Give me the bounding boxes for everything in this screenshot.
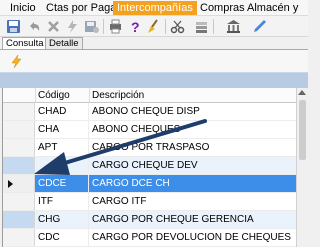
table-row[interactable]: CHA ABONO CHEQUES	[3, 121, 297, 139]
table-row[interactable]: CHG CARGO POR CHEQUE GERENCIA	[3, 211, 297, 229]
data-grid: Código Descripción CHAD ABONO CHEQUE DIS…	[2, 88, 302, 247]
help-icon[interactable]: ?	[128, 19, 143, 34]
cell-descripcion: CARGO CHEQUE DEV	[92, 160, 198, 171]
broom-icon[interactable]	[146, 19, 161, 34]
row-indicator[interactable]	[3, 175, 35, 192]
cell-codigo	[37, 157, 89, 174]
cell-descripcion: ABONO CHEQUE DISP	[92, 106, 200, 117]
cell-codigo: ITF	[37, 193, 89, 210]
save-as-icon[interactable]	[84, 19, 99, 34]
cell-codigo: CHA	[37, 121, 89, 138]
row-indicator[interactable]	[3, 103, 35, 120]
menu-compras[interactable]: Compras	[196, 1, 249, 15]
row-indicator[interactable]	[3, 229, 35, 246]
cell-descripcion: ABONO CHEQUES	[92, 124, 181, 135]
lightning-icon[interactable]	[9, 54, 24, 69]
menu-almacen[interactable]: Almacén y desp	[243, 1, 308, 28]
vertical-scrollbar[interactable]	[296, 88, 308, 247]
table-row[interactable]: CHAD ABONO CHEQUE DISP	[3, 103, 297, 121]
lightning-icon[interactable]	[65, 19, 80, 34]
table-row[interactable]: CARGO CHEQUE DEV	[3, 157, 297, 175]
table-row[interactable]: CDC CARGO POR DEVOLUCION DE CHEQUES	[3, 229, 297, 247]
cut-icon[interactable]	[170, 19, 185, 34]
table-row[interactable]: APT CARGO POR TRASPASO	[3, 139, 297, 157]
toolbar-separator	[165, 19, 166, 34]
bank-icon[interactable]	[226, 19, 241, 34]
toolbar: ?	[0, 16, 308, 37]
table-row[interactable]: ITF CARGO ITF	[3, 193, 297, 211]
column-header-descripcion[interactable]: Descripción	[90, 88, 297, 103]
menu-intercompanias[interactable]: Intercompañías	[113, 1, 197, 15]
row-indicator[interactable]	[3, 211, 35, 228]
row-indicator[interactable]	[3, 193, 35, 210]
row-indicator[interactable]	[3, 121, 35, 138]
cell-codigo: CDC	[37, 229, 89, 246]
scroll-up-icon[interactable]	[298, 90, 306, 95]
cell-codigo: APT	[37, 139, 89, 156]
cell-descripcion: CARGO DCE CH	[92, 178, 170, 189]
cell-codigo: CHG	[37, 211, 89, 228]
cell-descripcion: CARGO ITF	[92, 196, 147, 207]
print-icon[interactable]	[108, 19, 123, 34]
column-header-codigo[interactable]: Código	[36, 88, 90, 103]
svg-text:?: ?	[131, 19, 140, 34]
save-icon[interactable]	[6, 19, 21, 34]
menu-bar: Inicio Ctas por Pagar Intercompañías Com…	[0, 0, 308, 28]
group-band	[0, 72, 308, 88]
menu-inicio[interactable]: Inicio	[6, 1, 40, 15]
cell-codigo: CDCE	[37, 175, 89, 192]
cell-descripcion: CARGO POR TRASPASO	[92, 142, 210, 153]
scroll-thumb[interactable]	[299, 100, 306, 160]
cell-codigo: CHAD	[37, 103, 89, 120]
cell-descripcion: CARGO POR CHEQUE GERENCIA	[92, 214, 254, 225]
stack-icon[interactable]	[194, 19, 209, 34]
row-indicator[interactable]	[3, 139, 35, 156]
toolbar-separator	[213, 19, 214, 34]
menu-ctas-por-pagar[interactable]: Ctas por Pagar	[42, 1, 124, 15]
pen-icon[interactable]	[252, 19, 267, 34]
sub-toolbar	[0, 50, 308, 72]
undo-icon[interactable]	[27, 19, 42, 34]
cell-descripcion: CARGO POR DEVOLUCION DE CHEQUES	[92, 232, 291, 243]
row-indicator-header	[3, 88, 36, 103]
toolbar-separator	[103, 19, 104, 34]
delete-icon[interactable]	[46, 19, 61, 34]
row-indicator[interactable]	[3, 157, 35, 174]
current-row-pointer-icon	[8, 180, 13, 188]
table-row-selected[interactable]: CDCE CARGO DCE CH	[3, 175, 297, 193]
